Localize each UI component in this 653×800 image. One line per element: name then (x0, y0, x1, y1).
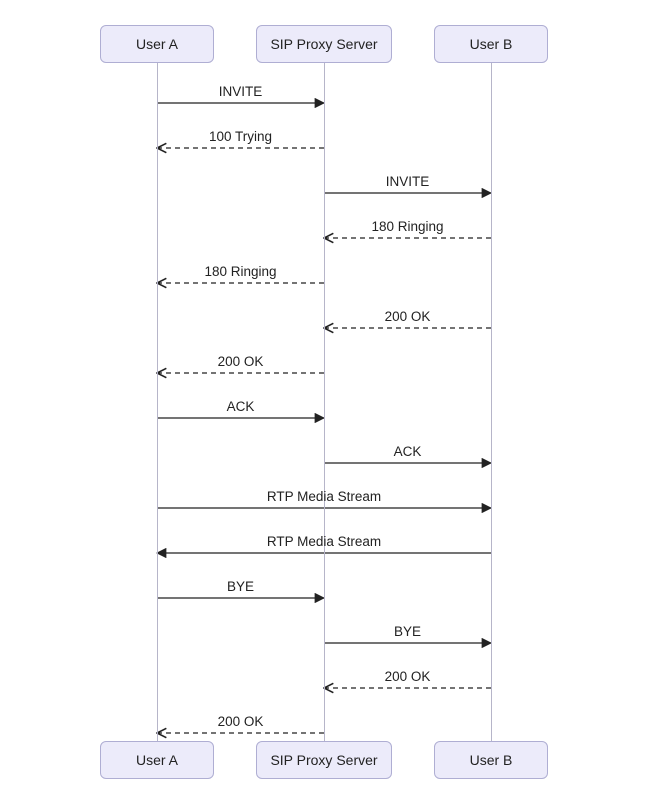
participant-label: SIP Proxy Server (270, 752, 377, 768)
lifeline-sip-proxy (324, 63, 325, 741)
participant-user-b-bottom: User B (434, 741, 548, 779)
participant-user-a-top: User A (100, 25, 214, 63)
arrows-layer (0, 0, 653, 800)
participant-user-b-top: User B (434, 25, 548, 63)
message-label: RTP Media Stream (267, 489, 381, 504)
message-label: 200 OK (218, 714, 264, 729)
message-label: INVITE (219, 84, 263, 99)
lifeline-user-a (157, 63, 158, 741)
message-label: BYE (227, 579, 254, 594)
message-label: 200 OK (218, 354, 264, 369)
participant-label: User B (470, 752, 513, 768)
lifeline-user-b (491, 63, 492, 741)
sequence-diagram: User A User A SIP Proxy Server SIP Proxy Se… (0, 0, 653, 800)
message-label: RTP Media Stream (267, 534, 381, 549)
message-label: 200 OK (385, 309, 431, 324)
participant-label: User A (136, 752, 178, 768)
message-label: 200 OK (385, 669, 431, 684)
message-label: 180 Ringing (204, 264, 276, 279)
message-label: 180 Ringing (371, 219, 443, 234)
participant-label: SIP Proxy Server (270, 36, 377, 52)
message-label: ACK (227, 399, 255, 414)
message-label: BYE (394, 624, 421, 639)
participant-sip-proxy-top: SIP Proxy Server (256, 25, 392, 63)
participant-label: User B (470, 36, 513, 52)
participant-sip-proxy-bottom: SIP Proxy Server (256, 741, 392, 779)
participant-label: User A (136, 36, 178, 52)
message-label: 100 Trying (209, 129, 272, 144)
participant-user-a-bottom: User A (100, 741, 214, 779)
message-label: ACK (394, 444, 422, 459)
message-label: INVITE (386, 174, 430, 189)
